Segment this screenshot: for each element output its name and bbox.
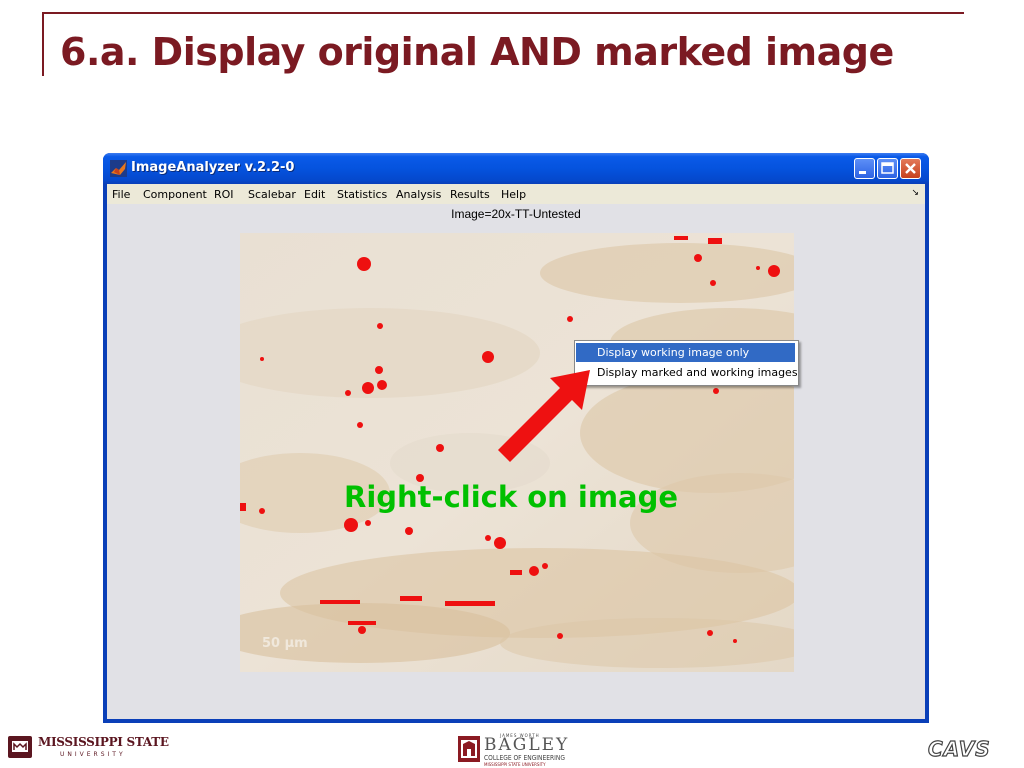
context-menu: Display working image only Display marke… (574, 340, 799, 386)
cavs-logo: CAVS (927, 736, 991, 761)
context-item-marked-and-working[interactable]: Display marked and working images (576, 363, 798, 382)
menu-statistics[interactable]: Statistics (337, 188, 387, 201)
menu-component[interactable]: Component (143, 188, 207, 201)
menu-analysis[interactable]: Analysis (396, 188, 441, 201)
callout-arrow-icon (498, 370, 590, 462)
menu-edit[interactable]: Edit (304, 188, 325, 201)
close-button[interactable] (900, 158, 921, 179)
menu-bar: File Component ROI Scalebar Edit Statist… (107, 184, 925, 204)
menu-file[interactable]: File (112, 188, 130, 201)
minimize-button[interactable] (854, 158, 875, 179)
window-titlebar[interactable]: ImageAnalyzer v.2.2-0 (103, 153, 929, 184)
bagley-sub2: MISSISSIPPI STATE UNIVERSITY (484, 762, 546, 767)
maximize-icon (881, 162, 894, 174)
close-icon (905, 163, 916, 174)
header-horizontal-rule (42, 12, 964, 14)
msu-sub: UNIVERSITY (60, 751, 126, 758)
menu-help[interactable]: Help (501, 188, 526, 201)
menu-results[interactable]: Results (450, 188, 490, 201)
msu-logo-icon (8, 736, 32, 758)
menu-scalebar[interactable]: Scalebar (248, 188, 296, 201)
bagley-sub: COLLEGE OF ENGINEERING (484, 754, 565, 762)
header-vertical-rule (42, 12, 44, 76)
msu-name: MISSISSIPPI STATE (38, 735, 169, 749)
maximize-button[interactable] (877, 158, 898, 179)
context-item-working-only[interactable]: Display working image only (576, 343, 795, 362)
bagley-name: BAGLEY (484, 735, 570, 755)
slide-title: 6.a. Display original AND marked image (60, 30, 894, 74)
dock-arrow-icon[interactable]: ↘ (911, 188, 919, 198)
image-title: Image=20x-TT-Untested (451, 207, 581, 221)
window-title: ImageAnalyzer v.2.2-0 (131, 160, 295, 175)
scale-bar-label: 50 µm (262, 636, 308, 651)
callout-text: Right-click on image (344, 480, 679, 514)
minimize-icon (859, 171, 866, 174)
matlab-icon (110, 160, 127, 177)
bagley-logo-icon (458, 736, 480, 762)
menu-roi[interactable]: ROI (214, 188, 234, 201)
